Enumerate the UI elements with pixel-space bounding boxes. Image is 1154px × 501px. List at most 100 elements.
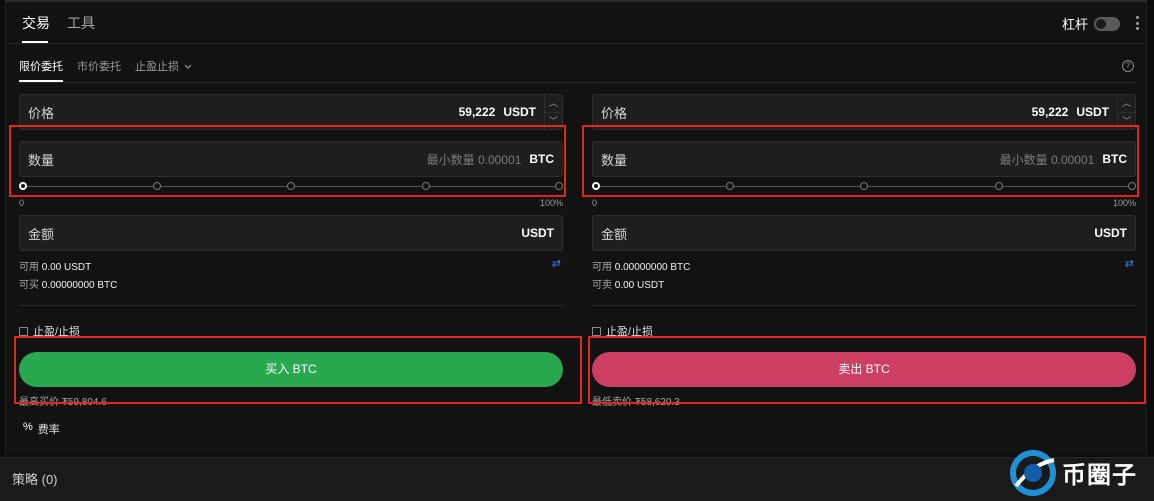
sell-quantity-field[interactable]: 数量 最小数量 0.00001 BTC xyxy=(592,141,1136,177)
checkbox-icon[interactable] xyxy=(19,326,28,336)
slider-mark-75[interactable] xyxy=(995,182,1003,190)
slider-handle[interactable] xyxy=(19,182,27,190)
stepper-up-icon[interactable]: ︿ xyxy=(1118,95,1135,113)
stepper-up-icon[interactable]: ︿ xyxy=(545,95,562,113)
sell-amount-unit: USDT xyxy=(1094,226,1127,240)
sell-btc-button[interactable]: 卖出 BTC xyxy=(592,352,1136,387)
slider-mark-25[interactable] xyxy=(153,182,161,190)
buy-btc-button[interactable]: 买入 BTC xyxy=(19,352,563,387)
checkbox-icon[interactable] xyxy=(592,326,601,336)
trade-panel: 交易 工具 杠杆 限价委托 市价委托 止盈止损 ? 价格 59,222 USDT… xyxy=(5,0,1147,455)
chevron-down-icon xyxy=(184,64,192,69)
bottom-bar: 策略 (0) xyxy=(0,457,1154,501)
buy-can-buy: 可买 0.00000000 BTC xyxy=(19,276,117,291)
sell-amount-field[interactable]: 金额 USDT xyxy=(592,215,1136,251)
order-type-tpsl[interactable]: 止盈止损 xyxy=(135,58,192,74)
help-icon[interactable]: ? xyxy=(1122,60,1134,72)
buy-amount-field[interactable]: 金额 USDT xyxy=(19,215,563,251)
sell-tpsl-checkbox[interactable]: 止盈/止损 xyxy=(592,323,653,339)
sell-slider-labels: 0 100% xyxy=(592,198,1136,208)
more-vertical-icon[interactable] xyxy=(1136,16,1140,30)
swap-icon[interactable]: ⇄ xyxy=(552,257,561,270)
sell-divider xyxy=(592,305,1136,306)
fee-rate[interactable]: % 费率 xyxy=(23,421,60,437)
sell-qty-unit: BTC xyxy=(1102,152,1127,166)
buy-can-buy-label: 可买 xyxy=(19,280,39,291)
buy-price-unit: USDT xyxy=(503,105,536,119)
sell-qty-placeholder: 最小数量 0.00001 xyxy=(999,152,1095,167)
tab-trade[interactable]: 交易 xyxy=(22,13,50,33)
percent-icon: % xyxy=(23,421,33,433)
sell-quantity-slider[interactable] xyxy=(592,182,1136,192)
buy-available: 可用 0.00 USDT xyxy=(19,258,91,273)
slider-min-label: 0 xyxy=(592,198,598,208)
slider-min-label: 0 xyxy=(19,198,25,208)
buy-can-buy-value: 0.00000000 BTC xyxy=(41,280,118,291)
sell-can-sell-label: 可卖 xyxy=(592,280,612,291)
slider-mark-50[interactable] xyxy=(860,182,868,190)
stepper-down-icon[interactable]: ﹀ xyxy=(1118,113,1135,130)
sell-best-value: ₮58,620.3 xyxy=(634,397,680,408)
order-type-tabs: 限价委托 市价委托 止盈止损 xyxy=(19,58,206,82)
fee-label: 费率 xyxy=(37,424,60,436)
buy-available-value: 0.00 USDT xyxy=(41,262,92,273)
buy-best-value: ₮59,804.6 xyxy=(61,397,107,408)
tab-tools[interactable]: 工具 xyxy=(67,13,95,33)
slider-mark-100[interactable] xyxy=(555,182,563,190)
order-types-divider xyxy=(19,82,1136,83)
sell-can-sell-value: 0.00 USDT xyxy=(614,280,665,291)
leverage-toggle[interactable] xyxy=(1094,16,1120,31)
buy-qty-label: 数量 xyxy=(28,152,55,168)
sell-qty-label: 数量 xyxy=(601,152,628,168)
order-type-limit[interactable]: 限价委托 xyxy=(19,58,63,82)
buy-price-value: 59,222 xyxy=(458,105,496,119)
sell-price-stepper[interactable]: ︿ ﹀ xyxy=(1117,95,1135,129)
sell-available-value: 0.00000000 BTC xyxy=(614,262,691,273)
buy-tpsl-checkbox[interactable]: 止盈/止损 xyxy=(19,323,80,339)
buy-qty-placeholder: 最小数量 0.00001 xyxy=(426,152,522,167)
buy-divider xyxy=(19,305,563,306)
tab-underline xyxy=(22,41,48,43)
toggle-knob xyxy=(1096,18,1106,29)
buy-slider-labels: 0 100% xyxy=(19,198,563,208)
buy-quantity-field[interactable]: 数量 最小数量 0.00001 BTC xyxy=(19,141,563,177)
sell-best-label: 最低卖价 xyxy=(592,397,632,408)
slider-handle[interactable] xyxy=(592,182,600,190)
slider-max-label: 100% xyxy=(539,198,563,208)
sell-price-unit: USDT xyxy=(1076,105,1109,119)
sell-available: 可用 0.00000000 BTC xyxy=(592,258,690,273)
order-type-market[interactable]: 市价委托 xyxy=(77,58,121,74)
slider-mark-25[interactable] xyxy=(726,182,734,190)
sell-amount-label: 金额 xyxy=(601,226,628,242)
slider-mark-75[interactable] xyxy=(422,182,430,190)
buy-amount-unit: USDT xyxy=(521,226,554,240)
leverage-label: 杠杆 xyxy=(1061,17,1088,32)
watermark: 币圈子 xyxy=(1006,444,1150,501)
sell-best-price: 最低卖价 ₮58,620.3 xyxy=(592,393,680,408)
watermark-text: 币圈子 xyxy=(1062,461,1137,489)
leverage-switch[interactable]: 杠杆 xyxy=(1062,14,1120,33)
buy-available-label: 可用 xyxy=(19,262,39,273)
sell-price-value: 59,222 xyxy=(1031,105,1069,119)
slider-mark-100[interactable] xyxy=(1128,182,1136,190)
swap-icon[interactable]: ⇄ xyxy=(1125,257,1134,270)
buy-quantity-slider[interactable] xyxy=(19,182,563,192)
stepper-down-icon[interactable]: ﹀ xyxy=(545,113,562,130)
sell-price-field[interactable]: 价格 59,222 USDT ︿ ﹀ xyxy=(592,94,1136,130)
watermark-logo-icon xyxy=(1010,449,1056,496)
sell-price-label: 价格 xyxy=(601,105,628,121)
top-tabs: 交易 工具 杠杆 xyxy=(6,2,1146,44)
sell-can-sell: 可卖 0.00 USDT xyxy=(592,276,664,291)
sell-available-label: 可用 xyxy=(592,262,612,273)
strategy-tab[interactable]: 策略 (0) xyxy=(12,469,58,488)
buy-best-label: 最高买价 xyxy=(19,397,59,408)
slider-max-label: 100% xyxy=(1112,198,1136,208)
buy-price-stepper[interactable]: ︿ ﹀ xyxy=(544,95,562,129)
slider-mark-50[interactable] xyxy=(287,182,295,190)
buy-qty-unit: BTC xyxy=(529,152,554,166)
buy-tpsl-label: 止盈/止损 xyxy=(33,326,81,338)
buy-amount-label: 金额 xyxy=(28,226,55,242)
buy-best-price: 最高买价 ₮59,804.6 xyxy=(19,393,107,408)
buy-price-field[interactable]: 价格 59,222 USDT ︿ ﹀ xyxy=(19,94,563,130)
order-type-tpsl-label: 止盈止损 xyxy=(135,61,179,73)
